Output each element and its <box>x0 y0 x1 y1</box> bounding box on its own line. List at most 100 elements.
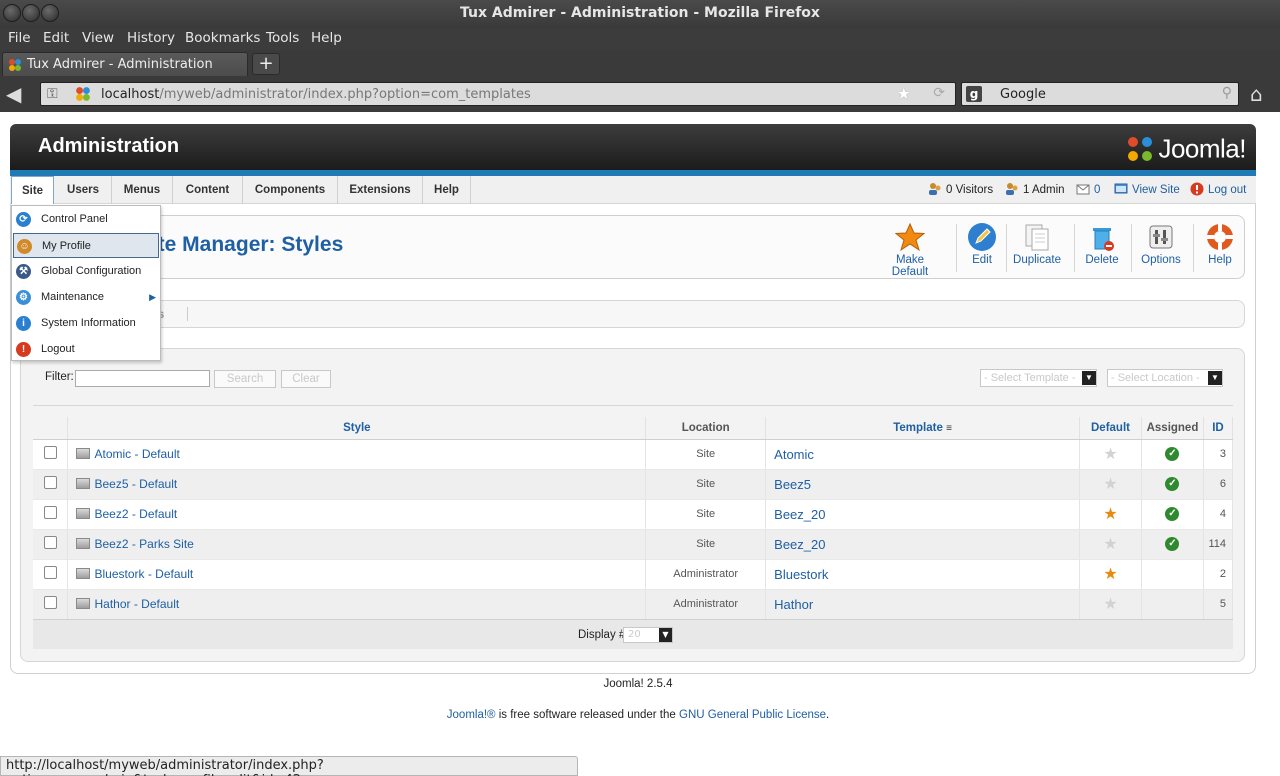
delete-button[interactable]: Delete <box>1082 222 1122 274</box>
make-default-star-icon[interactable]: ★ <box>1103 476 1117 493</box>
logout-link[interactable]: Log out <box>1190 176 1246 204</box>
menu-view[interactable]: View <box>82 30 114 46</box>
preview-thumbnail-icon[interactable] <box>76 448 91 459</box>
table-row: Beez2 - Parks Site Site Beez_20 ★ ✓ 114 <box>33 529 1234 560</box>
edit-button[interactable]: Edit <box>965 222 999 274</box>
site-menu-item-system-information[interactable]: i System Information <box>13 311 159 336</box>
row-checkbox[interactable] <box>43 446 57 459</box>
site-menu-item-maintenance[interactable]: ⚙ Maintenance ▶ <box>13 285 159 310</box>
make-default-star-icon[interactable]: ★ <box>1103 536 1117 553</box>
admin-menu-users[interactable]: Users <box>55 176 112 204</box>
admin-menu-site[interactable]: Site <box>11 176 54 204</box>
admin-menu-extensions[interactable]: Extensions <box>338 176 423 204</box>
url-text: localhost/myweb/administrator/index.php?… <box>101 87 531 102</box>
template-link[interactable]: Atomic <box>774 447 814 462</box>
default-star-icon[interactable]: ★ <box>1103 566 1117 583</box>
template-link[interactable]: Beez_20 <box>774 507 825 522</box>
style-column-header[interactable]: Style <box>67 417 647 440</box>
style-link[interactable]: Atomic - Default <box>94 447 179 461</box>
toolbar-box: ate Manager: Styles Make Default Edit Du… <box>20 215 1245 279</box>
make-default-star-icon[interactable]: ★ <box>1103 446 1117 463</box>
duplicate-button[interactable]: Duplicate <box>1012 222 1062 274</box>
style-link[interactable]: Hathor - Default <box>94 597 179 611</box>
site-menu-item-logout[interactable]: ! Logout <box>13 337 159 362</box>
search-bar[interactable]: g Google ⚲ <box>961 82 1239 106</box>
search-engine-label: Google <box>1000 87 1046 102</box>
table-footer: Display # 20 ▼ <box>33 619 1233 649</box>
style-link[interactable]: Beez5 - Default <box>94 477 177 491</box>
back-arrow-icon[interactable]: ◀ <box>6 83 32 107</box>
browser-tab[interactable]: Tux Admirer - Administration <box>2 52 248 76</box>
style-link[interactable]: Beez2 - Parks Site <box>94 537 193 551</box>
row-checkbox[interactable] <box>43 476 57 489</box>
preview-thumbnail-icon[interactable] <box>76 598 91 609</box>
new-tab-button[interactable]: + <box>252 53 280 75</box>
filter-search-input[interactable] <box>75 370 210 387</box>
display-label: Display # <box>578 629 626 641</box>
site-menu-item-my-profile[interactable]: ☺ My Profile <box>13 233 159 258</box>
default-column-header[interactable]: Default <box>1079 417 1142 440</box>
browser-menubar: File Edit View History Bookmarks Tools H… <box>0 28 1280 50</box>
site-identity-icon[interactable]: ⚿ <box>47 86 63 102</box>
menu-help[interactable]: Help <box>311 30 342 46</box>
joomla-logo-text: Joomla! <box>1158 133 1246 164</box>
preview-thumbnail-icon[interactable] <box>76 508 91 519</box>
preview-thumbnail-icon[interactable] <box>76 478 91 489</box>
google-icon[interactable]: g <box>966 86 982 102</box>
select-template-dropdown[interactable]: - Select Template - ▼ <box>980 369 1097 387</box>
menu-edit[interactable]: Edit <box>43 30 69 46</box>
select-location-dropdown[interactable]: - Select Location - ▼ <box>1107 369 1223 387</box>
home-icon[interactable]: ⌂ <box>1250 82 1274 106</box>
display-limit-select[interactable]: 20 ▼ <box>623 627 673 643</box>
template-link[interactable]: Beez5 <box>774 477 811 492</box>
style-link[interactable]: Bluestork - Default <box>94 567 193 581</box>
site-menu-item-global-configuration[interactable]: ⚒ Global Configuration <box>13 259 159 284</box>
make-default-star-icon[interactable]: ★ <box>1103 596 1117 613</box>
edit-label: Edit <box>972 254 992 266</box>
site-menu-item-control-panel[interactable]: ⟳ Control Panel <box>13 207 159 232</box>
joomla-link[interactable]: Joomla!® <box>447 709 496 721</box>
admin-menu-menus[interactable]: Menus <box>112 176 173 204</box>
help-button[interactable]: Help <box>1201 222 1239 274</box>
row-checkbox[interactable] <box>43 536 57 549</box>
menu-file[interactable]: File <box>8 30 31 46</box>
options-button[interactable]: Options <box>1139 222 1183 274</box>
row-checkbox[interactable] <box>43 596 57 609</box>
location-column-header[interactable]: Location <box>645 417 767 440</box>
license-footer: Joomla!® is free software released under… <box>0 709 1276 721</box>
make-default-button[interactable]: Make Default <box>877 222 943 278</box>
id-column-header[interactable]: ID <box>1203 417 1234 440</box>
id-cell: 4 <box>1203 499 1234 530</box>
template-column-header[interactable]: Template ≡ <box>765 417 1080 440</box>
browser-tabbar: Tux Admirer - Administration + <box>0 50 1280 78</box>
visitors-status: 0 Visitors <box>928 176 993 204</box>
template-link[interactable]: Beez_20 <box>774 537 825 552</box>
template-link[interactable]: Hathor <box>774 597 813 612</box>
view-site-link[interactable]: View Site <box>1114 176 1180 204</box>
preview-thumbnail-icon[interactable] <box>76 538 91 549</box>
search-button[interactable]: Search <box>214 370 276 388</box>
bookmark-star-icon[interactable]: ★ <box>897 84 911 103</box>
row-checkbox[interactable] <box>43 506 57 519</box>
default-star-icon[interactable]: ★ <box>1103 506 1117 523</box>
reload-icon[interactable]: ⟳ <box>933 85 945 101</box>
menu-tools[interactable]: Tools <box>266 30 299 46</box>
url-bar[interactable]: ⚿ localhost/myweb/administrator/index.ph… <box>40 82 956 106</box>
admin-menu-help[interactable]: Help <box>423 176 471 204</box>
pencil-icon <box>968 223 996 251</box>
gpl-link[interactable]: GNU General Public License <box>679 709 826 721</box>
admin-menu-content[interactable]: Content <box>173 176 243 204</box>
clear-button[interactable]: Clear <box>281 370 331 388</box>
messages-status[interactable]: 0 <box>1076 176 1100 204</box>
row-checkbox[interactable] <box>43 566 57 579</box>
style-link[interactable]: Beez2 - Default <box>94 507 177 521</box>
admin-menu-components[interactable]: Components <box>243 176 338 204</box>
menu-bookmarks[interactable]: Bookmarks <box>185 30 260 46</box>
preview-thumbnail-icon[interactable] <box>76 568 91 579</box>
admins-status: 1 Admin <box>1005 176 1065 204</box>
joomla-favicon-icon <box>9 59 21 71</box>
template-link[interactable]: Bluestork <box>774 567 828 582</box>
menu-history[interactable]: History <box>127 30 175 46</box>
search-icon[interactable]: ⚲ <box>1222 85 1232 101</box>
visitors-count: 0 Visitors <box>946 184 994 196</box>
